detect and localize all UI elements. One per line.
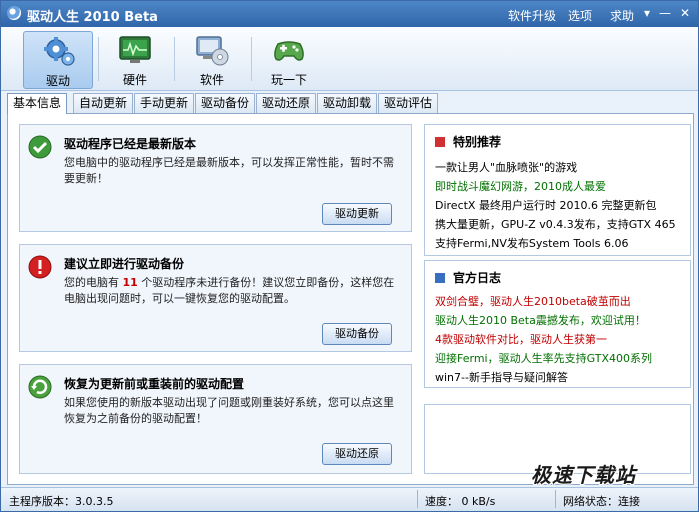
backup-suggestion-panel: 建议立即进行驱动备份 您的电脑有 11 个驱动程序未进行备份！建议您立即备份，这… <box>19 244 412 352</box>
app-logo-icon <box>7 6 21 20</box>
main-toolbar: 驱动 硬件 软件 玩一下 <box>1 27 698 91</box>
tab-driver-uninstall[interactable]: 驱动卸载 <box>317 93 378 113</box>
gear-icon <box>44 37 75 66</box>
blog-link[interactable]: 迎接Fermi，驱动人生率先支持GTX400系列 <box>435 350 652 366</box>
tab-content: 驱动程序已经是最新版本 您电脑中的驱动程序已经是最新版本，可以发挥正常性能，暂时… <box>7 113 694 485</box>
desc-text: 您的电脑有 <box>64 276 123 289</box>
driver-backup-button[interactable]: 驱动备份 <box>322 323 392 345</box>
blog-link[interactable]: 双剑合璧，驱动人生2010beta破茧而出 <box>435 293 631 309</box>
tab-driver-evaluation[interactable]: 驱动评估 <box>378 93 439 113</box>
update-status-panel: 驱动程序已经是最新版本 您电脑中的驱动程序已经是最新版本，可以发挥正常性能，暂时… <box>19 124 412 232</box>
blog-link[interactable]: win7--新手指导与疑问解答 <box>435 369 568 385</box>
toolbar-software-label: 软件 <box>199 73 224 87</box>
status-divider <box>417 490 418 508</box>
toolbar-play-button[interactable]: 玩一下 <box>254 31 324 89</box>
panel-description: 您电脑中的驱动程序已经是最新版本，可以发挥正常性能，暂时不需要更新！ <box>64 156 394 185</box>
menu-software-upgrade[interactable]: 软件升级 <box>508 7 556 24</box>
menu-options[interactable]: 选项 <box>568 7 592 24</box>
computer-disc-icon <box>196 36 229 66</box>
window-title: 驱动人生 2010 Beta <box>27 10 158 25</box>
recommend-link[interactable]: 一款让男人"血脉喷张"的游戏 <box>435 159 577 175</box>
blog-header: 官方日志 <box>435 269 501 286</box>
panel-title: 恢复为更新前或重装前的驱动配置 <box>64 377 245 391</box>
status-divider <box>555 490 556 508</box>
toolbar-driver-label: 驱动 <box>45 74 70 88</box>
blog-icon <box>435 273 445 283</box>
warning-icon <box>28 255 52 279</box>
close-icon[interactable]: ✕ <box>677 5 693 21</box>
download-speed: 速度： 0 kB/s <box>425 495 496 508</box>
recommend-link[interactable]: 支持Fermi,NV发布System Tools 6.06 <box>435 235 628 251</box>
toolbar-hardware-label: 硬件 <box>122 73 147 87</box>
recommend-link[interactable]: 携大量更新，GPU-Z v0.4.3发布，支持GTX 465 <box>435 216 676 232</box>
gamepad-icon <box>274 41 304 61</box>
tab-manual-update[interactable]: 手动更新 <box>134 93 195 113</box>
restore-icon <box>28 375 52 399</box>
tab-driver-backup[interactable]: 驱动备份 <box>195 93 256 113</box>
recommend-header: 特别推荐 <box>435 133 501 150</box>
program-version: 主程序版本：3.0.3.5 <box>9 495 114 508</box>
recommend-title: 特别推荐 <box>453 135 502 149</box>
recommend-icon <box>435 137 445 147</box>
check-icon <box>28 135 52 159</box>
panel-title: 驱动程序已经是最新版本 <box>64 137 197 151</box>
site-watermark: 极速下载站 <box>531 463 636 487</box>
official-blog-panel: 官方日志 双剑合璧，驱动人生2010beta破茧而出 驱动人生2010 Beta… <box>424 260 691 388</box>
tab-auto-update[interactable]: 自动更新 <box>73 93 134 113</box>
monitor-chart-icon <box>119 36 151 63</box>
app-window: 驱动人生 2010 Beta 软件升级 选项 求助 ▾ — ✕ 驱动 硬件 软件… <box>0 0 699 512</box>
unbacked-driver-count: 11 <box>122 276 138 289</box>
network-status: 网络状态：连接 <box>563 495 640 508</box>
blog-link[interactable]: 驱动人生2010 Beta震撼发布，欢迎试用！ <box>435 312 646 328</box>
title-bar[interactable]: 驱动人生 2010 Beta 软件升级 选项 求助 ▾ — ✕ <box>1 1 698 27</box>
toolbar-play-label: 玩一下 <box>270 73 307 87</box>
panel-title: 建议立即进行驱动备份 <box>64 257 185 271</box>
toolbar-hardware-button[interactable]: 硬件 <box>100 31 170 89</box>
toolbar-divider <box>174 37 175 81</box>
status-bar: 主程序版本：3.0.3.5 速度： 0 kB/s 网络状态：连接 <box>1 487 698 511</box>
tab-driver-restore[interactable]: 驱动还原 <box>256 93 317 113</box>
blog-title: 官方日志 <box>453 271 502 285</box>
menu-help[interactable]: 求助 <box>610 7 634 24</box>
toolbar-software-button[interactable]: 软件 <box>177 31 247 89</box>
recommend-panel: 特别推荐 一款让男人"血脉喷张"的游戏 即时战斗魔幻网游，2010成人最爱 Di… <box>424 124 691 256</box>
driver-restore-button[interactable]: 驱动还原 <box>322 443 392 465</box>
minimize-icon[interactable]: — <box>657 5 673 21</box>
driver-update-button[interactable]: 驱动更新 <box>322 203 392 225</box>
panel-description: 如果您使用的新版本驱动出现了问题或刚重装好系统，您可以点这里恢复为之前备份的驱动… <box>64 396 394 425</box>
panel-description: 您的电脑有 11 个驱动程序未进行备份！建议您立即备份，这样您在电脑出现问题时，… <box>64 275 404 307</box>
toolbar-driver-button[interactable]: 驱动 <box>23 31 93 89</box>
tab-basic-info[interactable]: 基本信息 <box>7 93 68 114</box>
toolbar-divider <box>251 37 252 81</box>
toolbar-divider <box>98 37 99 81</box>
recommend-link[interactable]: 即时战斗魔幻网游，2010成人最爱 <box>435 178 606 194</box>
restore-panel: 恢复为更新前或重装前的驱动配置 如果您使用的新版本驱动出现了问题或刚重装好系统，… <box>19 364 412 474</box>
recommend-link[interactable]: DirectX 最终用户运行时 2010.6 完整更新包 <box>435 197 656 213</box>
dropdown-menu-icon[interactable]: ▾ <box>639 5 655 21</box>
blog-link[interactable]: 4款驱动软件对比，驱动人生获第一 <box>435 331 607 347</box>
